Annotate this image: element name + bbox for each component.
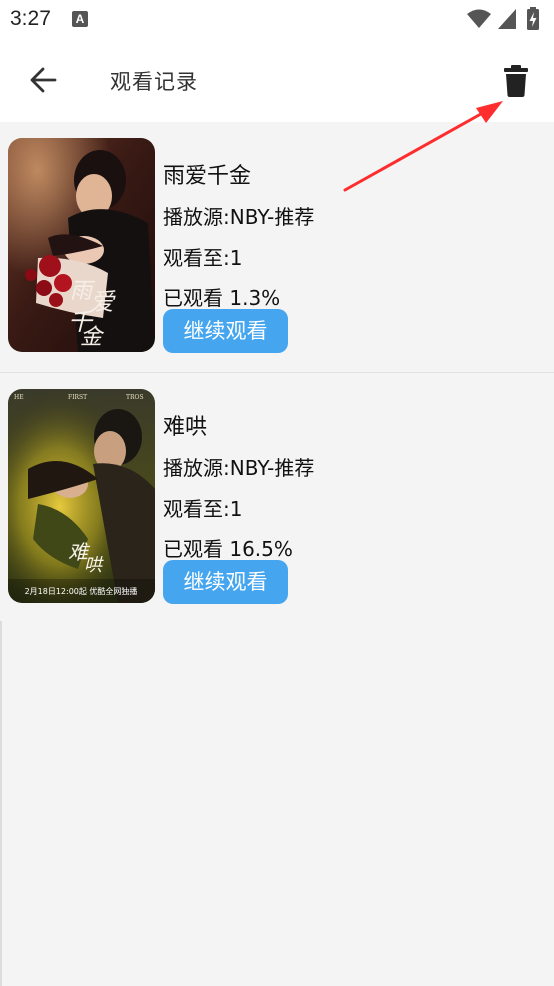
svg-text:TROS: TROS bbox=[126, 394, 144, 401]
poster-image[interactable]: HE FIRST TROS 难 哄 2月18日12:00起 优酷全网独播 bbox=[8, 389, 155, 603]
status-time: 3:27 bbox=[10, 7, 51, 30]
arrow-left-icon bbox=[30, 67, 57, 93]
item-watched-to: 观看至:1 bbox=[163, 497, 243, 521]
item-title: 雨爱千金 bbox=[163, 164, 252, 189]
battery-charging-icon bbox=[527, 7, 539, 30]
item-source: 播放源:NBY-推荐 bbox=[163, 205, 315, 229]
history-list: 雨 爱 千 金 雨爱千金 播放源:NBY-推荐 观看至:1 已观看 1.3% 继… bbox=[0, 122, 554, 621]
poster-image[interactable]: 雨 爱 千 金 bbox=[8, 138, 155, 352]
svg-text:哄: 哄 bbox=[84, 555, 104, 576]
continue-watching-button[interactable]: 继续观看 bbox=[163, 560, 288, 604]
item-progress: 已观看 16.5% bbox=[163, 537, 293, 561]
screen: 3:27 A 观看记录 雨 爱 千 金 雨爱千金 播放源:NBY-推荐 观看至:… bbox=[0, 0, 554, 986]
continue-watching-button[interactable]: 继续观看 bbox=[163, 309, 288, 353]
signal-icon bbox=[498, 9, 516, 29]
wifi-icon bbox=[467, 9, 491, 28]
app-bar: 观看记录 bbox=[0, 40, 554, 122]
svg-text:金: 金 bbox=[80, 325, 105, 350]
delete-history-button[interactable] bbox=[498, 62, 536, 100]
page-title: 观看记录 bbox=[110, 70, 198, 94]
svg-text:HE: HE bbox=[14, 394, 24, 401]
a-notification-icon: A bbox=[72, 11, 88, 27]
back-button[interactable] bbox=[24, 60, 64, 100]
trash-icon bbox=[504, 65, 528, 97]
item-title: 难哄 bbox=[163, 415, 208, 440]
history-item[interactable]: 雨 爱 千 金 雨爱千金 播放源:NBY-推荐 观看至:1 已观看 1.3% 继… bbox=[0, 122, 554, 373]
poster-release-text: 2月18日12:00起 优酷全网独播 bbox=[25, 586, 138, 596]
poster-header-text: FIRST bbox=[68, 394, 87, 401]
item-watched-to: 观看至:1 bbox=[163, 246, 243, 270]
history-item[interactable]: HE FIRST TROS 难 哄 2月18日12:00起 优酷全网独播 难哄 … bbox=[0, 373, 554, 621]
item-source: 播放源:NBY-推荐 bbox=[163, 456, 315, 480]
item-progress: 已观看 1.3% bbox=[163, 286, 281, 310]
status-bar: 3:27 A bbox=[0, 0, 554, 40]
svg-text:爱: 爱 bbox=[90, 288, 116, 316]
